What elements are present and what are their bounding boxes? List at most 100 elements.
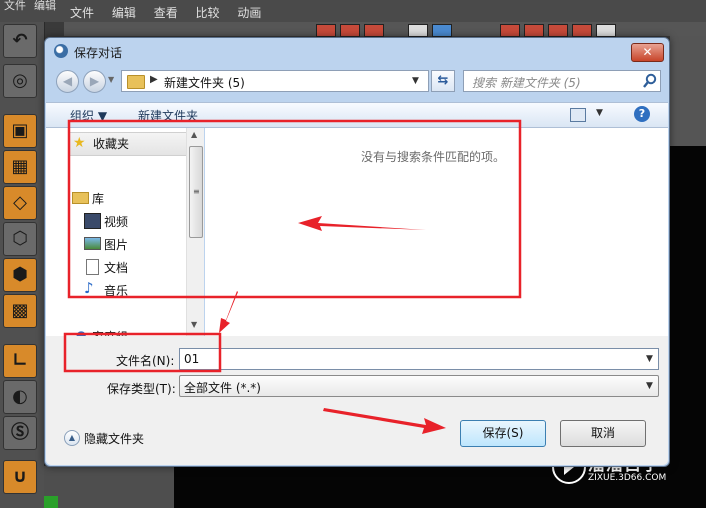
nav-documents[interactable]: 文档 bbox=[46, 255, 186, 277]
view-options-icon[interactable] bbox=[570, 108, 586, 122]
toolbar-button[interactable] bbox=[364, 24, 384, 37]
picture-icon bbox=[84, 237, 101, 250]
chevron-right-icon[interactable]: ▶ bbox=[150, 74, 158, 85]
music-icon: ♪ bbox=[84, 279, 94, 297]
app-tool-sidebar: ↶ ◎ ▣ ▦ ◇ ⬡ ⬢ ▩ ∟ ◐ Ⓢ ∪ bbox=[0, 22, 45, 508]
search-icon[interactable] bbox=[642, 73, 658, 89]
undo-tool[interactable]: ↶ bbox=[3, 24, 37, 58]
edge-tool[interactable]: ⬢ bbox=[3, 258, 37, 292]
video-icon bbox=[84, 213, 101, 229]
menu-compare[interactable]: 比较 bbox=[196, 6, 220, 20]
magnet-tool[interactable]: ∪ bbox=[3, 460, 37, 494]
filename-value[interactable]: 01 bbox=[184, 352, 199, 366]
snap-tool[interactable]: Ⓢ bbox=[3, 416, 37, 450]
grip-icon: ≡ bbox=[193, 187, 200, 196]
file-list-pane[interactable]: 没有与搜索条件匹配的项。 bbox=[205, 128, 668, 336]
toolbar-button[interactable] bbox=[500, 24, 520, 37]
toolbar-button[interactable] bbox=[316, 24, 336, 37]
navigation-pane: ★ 收藏夹 库 视频 图片 文档 ♪ 音乐 ● 家庭组 ▲ ≡ bbox=[46, 128, 204, 336]
nav-item-label: 音乐 bbox=[104, 284, 129, 298]
scroll-down-icon[interactable]: ▼ bbox=[191, 320, 197, 329]
mouse-tool[interactable]: ◐ bbox=[3, 380, 37, 414]
save-dialog: 保存对话 ✕ ◀ ▶ ▼ ▶ 新建文件夹 (5) ▼ ⇆ 搜索 新建文件夹 (5… bbox=[44, 37, 670, 467]
nav-item-label: 文档 bbox=[104, 261, 129, 275]
axis-tool[interactable]: ∟ bbox=[3, 344, 37, 378]
magnet-icon: ∪ bbox=[12, 466, 28, 487]
file-form: 文件名(N): 01 ▼ 保存类型(T): 全部文件 (*.*) ▼ bbox=[46, 336, 668, 406]
history-dropdown[interactable]: ▼ bbox=[108, 75, 114, 84]
filename-dropdown[interactable]: ▼ bbox=[646, 354, 653, 364]
timeline-indicator bbox=[44, 496, 58, 508]
menu-edit[interactable]: 编辑 bbox=[112, 6, 136, 20]
app-menu: 文件 编辑 查看 比较 动画 bbox=[70, 4, 275, 21]
toolbar-button[interactable] bbox=[596, 24, 616, 37]
nav-videos[interactable]: 视频 bbox=[46, 209, 186, 231]
nav-favorites[interactable]: ★ 收藏夹 bbox=[68, 132, 188, 156]
polygon-tool[interactable]: ▩ bbox=[3, 294, 37, 328]
app-bottom-strip bbox=[44, 466, 174, 508]
save-button[interactable]: 保存(S) bbox=[460, 420, 546, 447]
scroll-thumb[interactable]: ≡ bbox=[189, 146, 203, 238]
toolbar-button[interactable] bbox=[432, 24, 452, 37]
snap-s-icon: Ⓢ bbox=[11, 422, 29, 443]
plane-tool[interactable]: ◇ bbox=[3, 186, 37, 220]
organize-button[interactable]: 组织 ▼ bbox=[70, 107, 107, 124]
help-icon[interactable]: ? bbox=[634, 106, 650, 122]
toolbar-button[interactable] bbox=[572, 24, 592, 37]
address-bar[interactable]: ▶ 新建文件夹 (5) ▼ bbox=[121, 70, 429, 92]
cube-icon: ▣ bbox=[11, 120, 29, 141]
arrow-left-icon: ◀ bbox=[62, 74, 73, 88]
empty-message: 没有与搜索条件匹配的项。 bbox=[361, 150, 506, 164]
menu-animation[interactable]: 动画 bbox=[237, 6, 261, 20]
toolbar-button[interactable] bbox=[340, 24, 360, 37]
nav-scrollbar[interactable]: ▲ ≡ ▼ bbox=[186, 128, 204, 336]
checker-cube-tool[interactable]: ▦ bbox=[3, 150, 37, 184]
axis-icon: ∟ bbox=[12, 350, 28, 371]
homegroup-icon: ● bbox=[76, 328, 87, 336]
cube-tool[interactable]: ▣ bbox=[3, 114, 37, 148]
collapse-icon[interactable]: ▲ bbox=[64, 430, 80, 446]
vertex-tool[interactable]: ⬡ bbox=[3, 222, 37, 256]
new-folder-button[interactable]: 新建文件夹 bbox=[138, 107, 198, 124]
nav-music[interactable]: ♪ 音乐 bbox=[46, 278, 186, 300]
hide-folders-link[interactable]: 隐藏文件夹 bbox=[84, 430, 144, 447]
filename-input[interactable]: 01 ▼ bbox=[179, 348, 659, 370]
menu-view[interactable]: 查看 bbox=[154, 6, 178, 20]
close-button[interactable]: ✕ bbox=[631, 43, 664, 62]
filetype-dropdown[interactable]: ▼ bbox=[646, 381, 653, 391]
refresh-button[interactable]: ⇆ bbox=[431, 70, 455, 92]
address-path[interactable]: 新建文件夹 (5) bbox=[164, 74, 245, 91]
folder-icon bbox=[127, 75, 145, 89]
app-menu-item[interactable]: 文件 bbox=[4, 0, 26, 12]
search-placeholder: 搜索 新建文件夹 (5) bbox=[472, 76, 581, 90]
nav-item-label: 视频 bbox=[104, 215, 129, 229]
dialog-footer: ▲ 隐藏文件夹 保存(S) 取消 bbox=[46, 406, 668, 465]
back-button[interactable]: ◀ bbox=[56, 70, 79, 93]
nav-libraries[interactable]: 库 bbox=[46, 186, 186, 208]
menu-file[interactable]: 文件 bbox=[70, 6, 94, 20]
dialog-title: 保存对话 bbox=[74, 46, 123, 60]
nav-item-label: 家庭组 bbox=[92, 328, 128, 336]
filetype-value: 全部文件 (*.*) bbox=[184, 381, 261, 395]
polygon-cube-icon: ▩ bbox=[11, 300, 29, 321]
address-dropdown[interactable]: ▼ bbox=[412, 76, 419, 86]
app-right-panel bbox=[670, 36, 706, 146]
globe-icon: ◎ bbox=[12, 70, 28, 91]
globe-tool[interactable]: ◎ bbox=[3, 64, 37, 98]
scroll-up-icon[interactable]: ▲ bbox=[191, 130, 197, 139]
view-dropdown[interactable]: ▼ bbox=[596, 108, 603, 118]
star-icon: ★ bbox=[73, 135, 86, 151]
forward-button[interactable]: ▶ bbox=[83, 70, 106, 93]
toolbar-button[interactable] bbox=[524, 24, 544, 37]
document-icon bbox=[86, 259, 99, 275]
nav-pictures[interactable]: 图片 bbox=[46, 232, 186, 254]
app-menubar: 文件 编辑 文件 编辑 查看 比较 动画 bbox=[0, 0, 706, 22]
cancel-button[interactable]: 取消 bbox=[560, 420, 646, 447]
nav-homegroup[interactable]: ● 家庭组 bbox=[46, 324, 186, 336]
toolbar-button[interactable] bbox=[408, 24, 428, 37]
app-menu-item[interactable]: 编辑 bbox=[34, 0, 56, 12]
search-input[interactable]: 搜索 新建文件夹 (5) bbox=[463, 70, 661, 92]
toolbar-button[interactable] bbox=[548, 24, 568, 37]
checker-cube-icon: ▦ bbox=[11, 156, 29, 177]
filetype-select[interactable]: 全部文件 (*.*) ▼ bbox=[179, 375, 659, 397]
